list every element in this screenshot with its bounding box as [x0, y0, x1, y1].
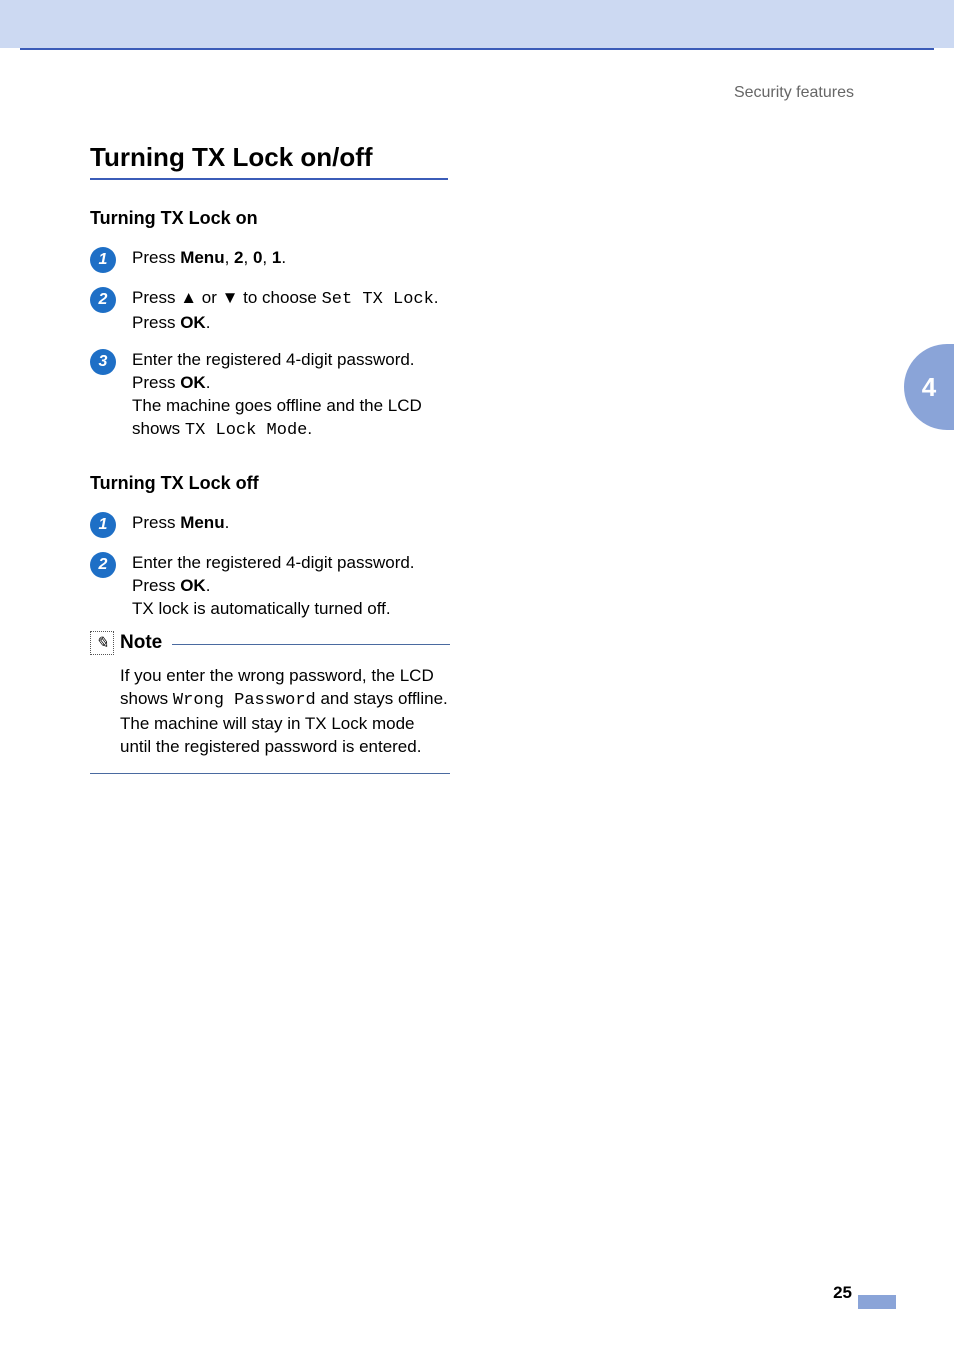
key-menu: Menu — [180, 513, 224, 532]
text: Press — [132, 313, 180, 332]
text: Press — [132, 373, 180, 392]
on-step-3: 3 Enter the registered 4-digit password.… — [90, 349, 450, 443]
step-body: Press Menu, 2, 0, 1. — [132, 247, 450, 270]
off-step-1: 1 Press Menu. — [90, 512, 450, 538]
text: . — [206, 313, 211, 332]
note-icon: ✎ — [90, 631, 114, 655]
note-block: ✎ Note If you enter the wrong password, … — [90, 644, 450, 774]
text: to choose — [238, 288, 321, 307]
note-title: Note — [120, 632, 162, 654]
key-ok: OK — [180, 373, 206, 392]
text: , — [262, 248, 271, 267]
note-text: If you enter the wrong password, the LCD… — [120, 665, 450, 759]
page-number-marker — [858, 1295, 896, 1309]
heading-rule — [90, 178, 448, 180]
text: , — [225, 248, 234, 267]
chapter-tab: 4 — [904, 344, 954, 430]
header-band — [0, 0, 954, 48]
text: . — [434, 288, 439, 307]
content-column: Turning TX Lock on 1 Press Menu, 2, 0, 1… — [90, 208, 450, 774]
text: . — [225, 513, 230, 532]
page-number: 25 — [833, 1283, 852, 1303]
section-on-title: Turning TX Lock on — [90, 208, 450, 229]
step-body: Enter the registered 4-digit password. P… — [132, 349, 450, 443]
step-body: Enter the registered 4-digit password. P… — [132, 552, 450, 621]
down-arrow-icon: ▼ — [222, 288, 239, 307]
step-bullet: 1 — [90, 512, 116, 538]
text: . — [307, 419, 312, 438]
step-body: Press ▲ or ▼ to choose Set TX Lock. Pres… — [132, 287, 450, 335]
text: . — [206, 373, 211, 392]
on-step-1: 1 Press Menu, 2, 0, 1. — [90, 247, 450, 273]
step-bullet: 2 — [90, 287, 116, 313]
text: or — [197, 288, 222, 307]
key-menu: Menu — [180, 248, 224, 267]
header-rule — [20, 48, 934, 50]
lcd-text: TX Lock Mode — [185, 421, 307, 440]
text: Enter the registered 4-digit password. — [132, 349, 450, 372]
text: Press — [132, 513, 180, 532]
off-step-2: 2 Enter the registered 4-digit password.… — [90, 552, 450, 621]
step-bullet: 3 — [90, 349, 116, 375]
up-arrow-icon: ▲ — [180, 288, 197, 307]
step-bullet: 2 — [90, 552, 116, 578]
lcd-text: Wrong Password — [173, 691, 316, 710]
step-bullet: 1 — [90, 247, 116, 273]
key-2: 2 — [234, 248, 243, 267]
key-0: 0 — [253, 248, 262, 267]
text: Enter the registered 4-digit password. — [132, 552, 450, 575]
header-label: Security features — [734, 84, 854, 102]
text: . — [206, 576, 211, 595]
key-1: 1 — [272, 248, 281, 267]
text: Press — [132, 576, 180, 595]
note-header: ✎ Note — [90, 631, 450, 655]
key-ok: OK — [180, 576, 206, 595]
section-off-title: Turning TX Lock off — [90, 473, 450, 494]
on-step-2: 2 Press ▲ or ▼ to choose Set TX Lock. Pr… — [90, 287, 450, 335]
key-ok: OK — [180, 313, 206, 332]
text: , — [244, 248, 253, 267]
text: Press — [132, 248, 180, 267]
text: . — [281, 248, 286, 267]
text: TX lock is automatically turned off. — [132, 598, 450, 621]
step-body: Press Menu. — [132, 512, 450, 535]
lcd-text: Set TX Lock — [322, 290, 434, 309]
page-title: Turning TX Lock on/off — [90, 142, 373, 173]
text: Press — [132, 288, 180, 307]
